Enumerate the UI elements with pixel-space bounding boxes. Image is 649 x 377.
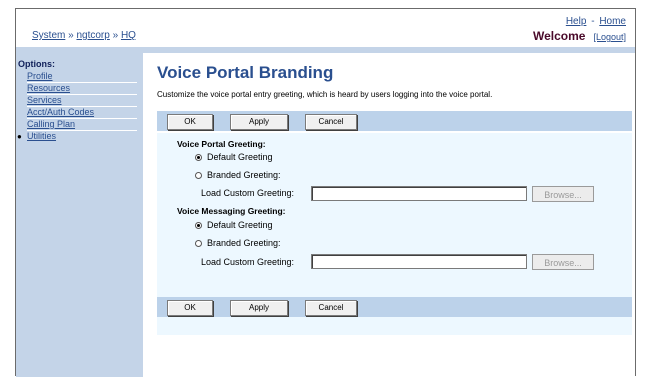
help-link[interactable]: Help [566,16,587,27]
breadcrumb-group[interactable]: HQ [121,30,136,41]
messaging-default-greeting-radio[interactable]: Default Greeting [195,220,273,230]
page-title: Voice Portal Branding [157,63,334,82]
sidebar-item-utilities[interactable]: Utilities [27,131,137,142]
options-sidebar: Options: Profile Resources Services Acct… [16,53,143,377]
home-link[interactable]: Home [599,16,626,27]
messaging-load-custom-label: Load Custom Greeting: [201,257,295,267]
messaging-branded-greeting-label: Branded Greeting: [207,238,281,248]
main-content: Voice Portal Branding Customize the voic… [143,53,635,377]
radio-selected-icon [195,221,202,229]
portal-browse-button[interactable]: Browse... [532,186,594,202]
sidebar-item-services[interactable]: Services [27,95,137,107]
greeting-form-panel: Voice Portal Greeting: Default Greeting … [157,133,632,299]
cancel-button[interactable]: Cancel [305,114,357,130]
apply-button-bottom[interactable]: Apply [230,300,288,316]
top-links-separator: - [591,16,595,27]
portal-branded-greeting-radio[interactable]: Branded Greeting: [195,170,281,180]
portal-load-custom-label: Load Custom Greeting: [201,188,295,198]
radio-unselected-icon [195,171,202,179]
radio-unselected-icon [195,239,202,247]
voice-messaging-greeting-heading: Voice Messaging Greeting: [177,206,286,216]
messaging-custom-greeting-field[interactable] [311,254,527,269]
bottom-spacer-panel [157,317,632,335]
portal-custom-greeting-field[interactable] [311,186,527,201]
cancel-button-bottom[interactable]: Cancel [305,300,357,316]
page-description: Customize the voice portal entry greetin… [157,90,493,99]
active-bullet-icon: ● [17,132,22,141]
breadcrumb-enterprise[interactable]: ngtcorp [76,30,109,41]
top-button-bar: OK Apply Cancel [157,111,632,131]
sidebar-item-acct-auth-codes[interactable]: Acct/Auth Codes [27,107,137,119]
ok-button-bottom[interactable]: OK [167,300,213,316]
portal-branded-greeting-label: Branded Greeting: [207,170,281,180]
sidebar-item-profile[interactable]: Profile [27,71,137,83]
apply-button[interactable]: Apply [230,114,288,130]
messaging-branded-greeting-radio[interactable]: Branded Greeting: [195,238,281,248]
breadcrumb-separator: » [68,30,74,41]
portal-default-greeting-label: Default Greeting [207,152,273,162]
logout-link[interactable]: [Logout] [593,32,626,42]
messaging-default-greeting-label: Default Greeting [207,220,273,230]
bottom-button-bar: OK Apply Cancel [157,297,632,317]
breadcrumb-system[interactable]: System [32,30,65,41]
radio-selected-icon [195,153,202,161]
portal-default-greeting-radio[interactable]: Default Greeting [195,152,273,162]
breadcrumb: System » ngtcorp » HQ [32,30,136,41]
sidebar-item-calling-plan[interactable]: Calling Plan [27,119,137,131]
welcome-area: Welcome [Logout] [533,29,626,43]
sidebar-item-resources[interactable]: Resources [27,83,137,95]
portal-frame: Help - Home System » ngtcorp » HQ Welcom… [15,8,636,377]
breadcrumb-separator: » [112,30,119,41]
voice-portal-greeting-heading: Voice Portal Greeting: [177,139,266,149]
top-links: Help - Home [566,16,626,27]
welcome-text: Welcome [533,29,586,43]
options-title: Options: [18,59,55,69]
ok-button[interactable]: OK [167,114,213,130]
messaging-browse-button[interactable]: Browse... [532,254,594,270]
